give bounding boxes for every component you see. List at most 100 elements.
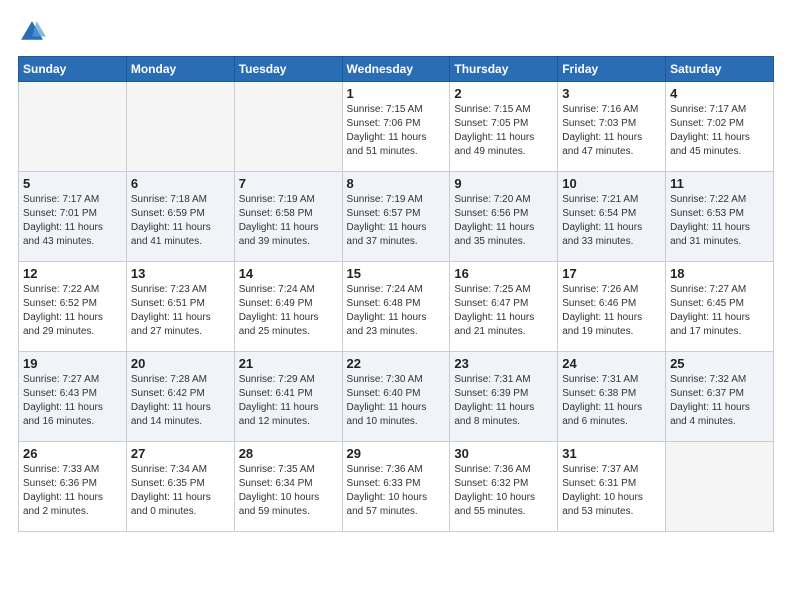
calendar-week-row: 1Sunrise: 7:15 AM Sunset: 7:06 PM Daylig… (19, 82, 774, 172)
calendar-cell (234, 82, 342, 172)
calendar-cell: 22Sunrise: 7:30 AM Sunset: 6:40 PM Dayli… (342, 352, 450, 442)
day-number: 21 (239, 356, 338, 371)
calendar-cell: 17 Sunrise: 7:26 AM Sunset: 6:46 PM Dayli… (558, 262, 666, 352)
weekday-header-tuesday: Tuesday (234, 57, 342, 82)
weekday-header-saturday: Saturday (666, 57, 774, 82)
weekday-header-monday: Monday (126, 57, 234, 82)
day-info: Sunrise: 7:17 AM Sunset: 7:02 PM Dayligh… (670, 103, 769, 159)
calendar-cell: 14Sunrise: 7:24 AM Sunset: 6:49 PM Dayli… (234, 262, 342, 352)
day-number: 15 (347, 266, 446, 281)
calendar-cell: 4 Sunrise: 7:17 AM Sunset: 7:02 PM Daylig… (666, 82, 774, 172)
day-info: Sunrise: 7:23 AM Sunset: 6:51 PM Dayligh… (131, 283, 230, 339)
calendar-cell: 5 Sunrise: 7:17 AM Sunset: 7:01 PM Daylig… (19, 172, 127, 262)
day-number: 18 (670, 266, 769, 281)
day-info: Sunrise: 7:28 AM Sunset: 6:42 PM Dayligh… (131, 373, 230, 429)
day-info: Sunrise: 7:25 AM Sunset: 6:47 PM Dayligh… (454, 283, 553, 339)
day-info: Sunrise: 7:18 AM Sunset: 6:59 PM Dayligh… (131, 193, 230, 249)
page: SundayMondayTuesdayWednesdayThursdayFrid… (0, 0, 792, 612)
day-number: 14 (239, 266, 338, 281)
day-info: Sunrise: 7:22 AM Sunset: 6:53 PM Dayligh… (670, 193, 769, 249)
calendar-cell: 16 Sunrise: 7:25 AM Sunset: 6:47 PM Dayli… (450, 262, 558, 352)
day-info: Sunrise: 7:21 AM Sunset: 6:54 PM Dayligh… (562, 193, 661, 249)
calendar-cell: 19Sunrise: 7:27 AM Sunset: 6:43 PM Dayli… (19, 352, 127, 442)
day-info: Sunrise: 7:17 AM Sunset: 7:01 PM Dayligh… (23, 193, 122, 249)
calendar-cell: 12 Sunrise: 7:22 AM Sunset: 6:52 PM Dayli… (19, 262, 127, 352)
day-number: 25 (670, 356, 769, 371)
day-number: 5 (23, 176, 122, 191)
day-info: Sunrise: 7:27 AM Sunset: 6:45 PM Dayligh… (670, 283, 769, 339)
calendar-week-row: 5 Sunrise: 7:17 AM Sunset: 7:01 PM Daylig… (19, 172, 774, 262)
calendar-cell: 9 Sunrise: 7:20 AM Sunset: 6:56 PM Daylig… (450, 172, 558, 262)
logo (18, 18, 50, 46)
day-info: Sunrise: 7:36 AM Sunset: 6:33 PM Dayligh… (347, 463, 446, 519)
day-number: 4 (670, 86, 769, 101)
day-info: Sunrise: 7:24 AM Sunset: 6:48 PM Dayligh… (347, 283, 446, 339)
day-info: Sunrise: 7:29 AM Sunset: 6:41 PM Dayligh… (239, 373, 338, 429)
calendar-cell: 7 Sunrise: 7:19 AM Sunset: 6:58 PM Daylig… (234, 172, 342, 262)
day-number: 24 (562, 356, 661, 371)
calendar-cell (19, 82, 127, 172)
day-info: Sunrise: 7:19 AM Sunset: 6:57 PM Dayligh… (347, 193, 446, 249)
calendar-cell: 18 Sunrise: 7:27 AM Sunset: 6:45 PM Dayli… (666, 262, 774, 352)
calendar-week-row: 12 Sunrise: 7:22 AM Sunset: 6:52 PM Dayli… (19, 262, 774, 352)
day-number: 30 (454, 446, 553, 461)
weekday-header-thursday: Thursday (450, 57, 558, 82)
calendar-cell: 20 Sunrise: 7:28 AM Sunset: 6:42 PM Dayli… (126, 352, 234, 442)
calendar-cell: 13 Sunrise: 7:23 AM Sunset: 6:51 PM Dayli… (126, 262, 234, 352)
day-number: 8 (347, 176, 446, 191)
calendar-cell: 2 Sunrise: 7:15 AM Sunset: 7:05 PM Daylig… (450, 82, 558, 172)
calendar-cell: 11 Sunrise: 7:22 AM Sunset: 6:53 PM Dayli… (666, 172, 774, 262)
calendar-cell (666, 442, 774, 532)
calendar-cell: 1Sunrise: 7:15 AM Sunset: 7:06 PM Daylig… (342, 82, 450, 172)
day-number: 19 (23, 356, 122, 371)
calendar-cell: 25 Sunrise: 7:32 AM Sunset: 6:37 PM Dayli… (666, 352, 774, 442)
day-info: Sunrise: 7:37 AM Sunset: 6:31 PM Dayligh… (562, 463, 661, 519)
day-number: 7 (239, 176, 338, 191)
calendar-cell: 24 Sunrise: 7:31 AM Sunset: 6:38 PM Dayli… (558, 352, 666, 442)
day-number: 9 (454, 176, 553, 191)
day-number: 2 (454, 86, 553, 101)
day-number: 12 (23, 266, 122, 281)
weekday-header-row: SundayMondayTuesdayWednesdayThursdayFrid… (19, 57, 774, 82)
day-number: 16 (454, 266, 553, 281)
weekday-header-sunday: Sunday (19, 57, 127, 82)
day-info: Sunrise: 7:31 AM Sunset: 6:38 PM Dayligh… (562, 373, 661, 429)
day-info: Sunrise: 7:36 AM Sunset: 6:32 PM Dayligh… (454, 463, 553, 519)
day-info: Sunrise: 7:20 AM Sunset: 6:56 PM Dayligh… (454, 193, 553, 249)
day-number: 27 (131, 446, 230, 461)
day-info: Sunrise: 7:22 AM Sunset: 6:52 PM Dayligh… (23, 283, 122, 339)
day-number: 31 (562, 446, 661, 461)
day-info: Sunrise: 7:15 AM Sunset: 7:06 PM Dayligh… (347, 103, 446, 159)
day-info: Sunrise: 7:15 AM Sunset: 7:05 PM Dayligh… (454, 103, 553, 159)
day-number: 10 (562, 176, 661, 191)
weekday-header-friday: Friday (558, 57, 666, 82)
calendar-cell: 31 Sunrise: 7:37 AM Sunset: 6:31 PM Dayli… (558, 442, 666, 532)
day-number: 28 (239, 446, 338, 461)
day-info: Sunrise: 7:34 AM Sunset: 6:35 PM Dayligh… (131, 463, 230, 519)
calendar-cell: 6 Sunrise: 7:18 AM Sunset: 6:59 PM Daylig… (126, 172, 234, 262)
day-number: 13 (131, 266, 230, 281)
day-number: 17 (562, 266, 661, 281)
calendar-cell: 26Sunrise: 7:33 AM Sunset: 6:36 PM Dayli… (19, 442, 127, 532)
day-info: Sunrise: 7:32 AM Sunset: 6:37 PM Dayligh… (670, 373, 769, 429)
calendar-table: SundayMondayTuesdayWednesdayThursdayFrid… (18, 56, 774, 532)
day-info: Sunrise: 7:19 AM Sunset: 6:58 PM Dayligh… (239, 193, 338, 249)
calendar-week-row: 26Sunrise: 7:33 AM Sunset: 6:36 PM Dayli… (19, 442, 774, 532)
calendar-cell: 3Sunrise: 7:16 AM Sunset: 7:03 PM Daylig… (558, 82, 666, 172)
calendar-cell: 30 Sunrise: 7:36 AM Sunset: 6:32 PM Dayli… (450, 442, 558, 532)
logo-icon (18, 18, 46, 46)
day-info: Sunrise: 7:31 AM Sunset: 6:39 PM Dayligh… (454, 373, 553, 429)
day-info: Sunrise: 7:30 AM Sunset: 6:40 PM Dayligh… (347, 373, 446, 429)
header (18, 18, 774, 46)
calendar-week-row: 19Sunrise: 7:27 AM Sunset: 6:43 PM Dayli… (19, 352, 774, 442)
calendar-cell: 28 Sunrise: 7:35 AM Sunset: 6:34 PM Dayli… (234, 442, 342, 532)
day-info: Sunrise: 7:35 AM Sunset: 6:34 PM Dayligh… (239, 463, 338, 519)
day-info: Sunrise: 7:26 AM Sunset: 6:46 PM Dayligh… (562, 283, 661, 339)
day-number: 11 (670, 176, 769, 191)
day-number: 20 (131, 356, 230, 371)
day-number: 3 (562, 86, 661, 101)
calendar-cell: 8 Sunrise: 7:19 AM Sunset: 6:57 PM Daylig… (342, 172, 450, 262)
day-number: 6 (131, 176, 230, 191)
calendar-cell: 27 Sunrise: 7:34 AM Sunset: 6:35 PM Dayli… (126, 442, 234, 532)
day-number: 29 (347, 446, 446, 461)
